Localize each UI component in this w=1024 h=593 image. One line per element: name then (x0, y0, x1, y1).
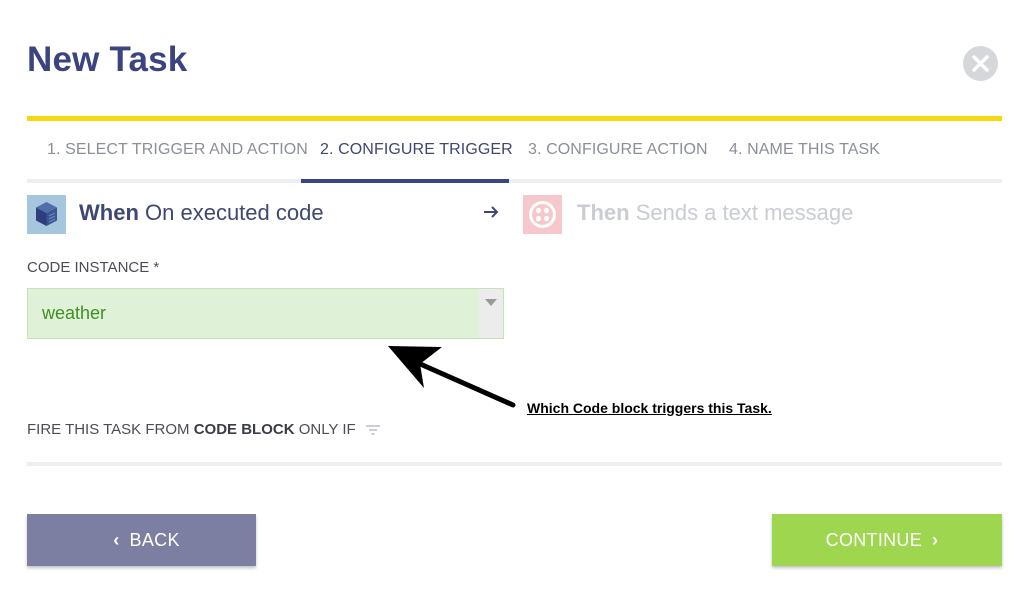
continue-label: CONTINUE (825, 530, 923, 550)
code-instance-select[interactable]: weather (27, 288, 504, 339)
tabs-track (27, 179, 1002, 183)
close-icon (972, 55, 989, 72)
then-keyword: Then (577, 200, 630, 225)
arrow-right-icon (484, 206, 499, 218)
chevron-right-icon: › (932, 530, 939, 550)
select-caret-area[interactable] (479, 289, 503, 338)
twilio-app-icon (523, 195, 562, 234)
code-block-app-icon (27, 195, 66, 234)
twilio-icon (529, 201, 556, 228)
active-tab-indicator (301, 179, 509, 183)
when-keyword: When (79, 200, 139, 225)
annotation-caption: Which Code block triggers this Task. (527, 400, 772, 416)
chevron-down-icon (485, 299, 497, 306)
filter-prefix: FIRE THIS TASK FROM (27, 421, 194, 438)
back-button[interactable]: ‹ BACK (27, 514, 256, 566)
page-title: New Task (27, 40, 188, 79)
section-divider (27, 462, 1002, 466)
filter-icon[interactable] (365, 425, 380, 435)
code-instance-label: CODE INSTANCE * (27, 259, 160, 276)
then-description: Sends a text message (635, 200, 854, 225)
filter-condition-row: FIRE THIS TASK FROM CODE BLOCK ONLY IF (27, 421, 380, 438)
annotation-arrow-icon (388, 346, 516, 408)
chevron-left-icon: ‹ (113, 530, 120, 550)
wizard-tabs: 1. SELECT TRIGGER AND ACTION 2. CONFIGUR… (27, 121, 1002, 183)
then-step-text: Then Sends a text message (577, 200, 853, 226)
filter-code-block: CODE BLOCK (193, 421, 295, 438)
close-button[interactable] (963, 46, 998, 81)
tab-select-trigger-and-action[interactable]: 1. SELECT TRIGGER AND ACTION (47, 141, 308, 159)
back-label: BACK (129, 530, 180, 550)
when-description: On executed code (145, 200, 324, 225)
when-step-text: When On executed code (79, 200, 324, 226)
code-instance-value: weather (42, 303, 107, 323)
tab-name-this-task[interactable]: 4. NAME THIS TASK (729, 141, 880, 159)
tab-configure-trigger[interactable]: 2. CONFIGURE TRIGGER (320, 141, 513, 159)
tab-configure-action[interactable]: 3. CONFIGURE ACTION (528, 141, 708, 159)
code-block-cube-icon (36, 202, 57, 226)
continue-button[interactable]: CONTINUE › (772, 514, 1002, 566)
filter-suffix: ONLY IF (294, 421, 356, 438)
